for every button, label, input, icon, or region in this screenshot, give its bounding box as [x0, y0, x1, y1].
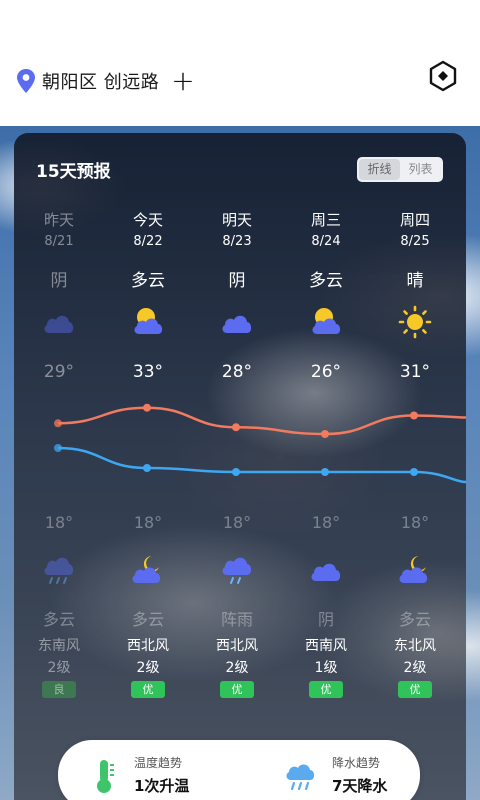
wind-direction: 西北风	[216, 638, 258, 654]
wind-direction: 东北风	[394, 638, 436, 654]
rain-trend-value: 7天降水	[332, 777, 388, 795]
night-weather: 多云	[42, 610, 75, 629]
low-temp-point	[410, 468, 418, 476]
temp-trend-value: 1次升温	[134, 777, 190, 795]
wind-level: 2级	[225, 660, 249, 676]
trend-summary-bar[interactable]: 温度趋势 1次升温 降水趋势 7天降水	[58, 740, 420, 800]
low-temp: 18°	[311, 513, 341, 532]
high-temp: 33°	[132, 362, 164, 382]
day-date: 8/25	[400, 234, 430, 249]
overcast-cloud-icon	[222, 315, 252, 333]
partly-cloudy-icon	[312, 308, 341, 334]
location-pin-icon	[17, 69, 35, 93]
low-temp-line	[57, 446, 466, 484]
aqi-badge: 优	[309, 681, 343, 698]
low-temp-point	[232, 468, 240, 476]
rain-trend-label: 降水趋势	[332, 756, 381, 770]
low-temp: 18°	[133, 513, 163, 532]
day-date: 8/22	[133, 234, 163, 249]
low-temp-point	[321, 468, 329, 476]
high-temp: 31°	[399, 362, 431, 382]
day-name: 周四	[399, 211, 430, 229]
high-temp-point	[321, 430, 329, 438]
moon-cloud-icon	[132, 556, 161, 583]
day-name: 周三	[310, 211, 341, 229]
aqi-badge: 良	[42, 681, 76, 698]
high-temp-point	[54, 419, 62, 428]
location-selector[interactable]: 朝阳区 创远路 +	[16, 67, 195, 95]
wind-level: 2级	[47, 660, 71, 676]
low-temp: 18°	[400, 513, 430, 532]
high-temp-point	[410, 411, 418, 420]
high-temp: 28°	[221, 362, 253, 382]
day-weather: 多云	[131, 271, 165, 291]
high-temp-point	[143, 403, 151, 412]
forecast-card: 15天预报 折线 列表 昨天 8/21 阴 29° 18° 多云 东南风 2级 …	[14, 133, 466, 800]
aqi-badge: 优	[131, 681, 165, 698]
day-weather: 阴	[50, 271, 68, 291]
night-weather: 多云	[398, 610, 431, 629]
low-temp: 18°	[222, 513, 252, 532]
moon-cloud-icon	[399, 556, 428, 583]
wind-direction: 东南风	[38, 638, 80, 654]
day-date: 8/21	[44, 234, 74, 249]
day-weather: 多云	[309, 271, 343, 291]
day-name: 今天	[132, 211, 163, 229]
high-temp: 29°	[43, 362, 75, 382]
location-name[interactable]: 朝阳区 创远路	[42, 68, 159, 94]
night-weather: 阴	[317, 610, 334, 629]
high-temp-line	[57, 406, 466, 436]
high-temp: 26°	[310, 362, 342, 382]
day-date: 8/23	[222, 234, 252, 249]
overcast-cloud-icon	[311, 563, 341, 581]
wind-direction: 西南风	[305, 638, 347, 654]
aqi-badge: 优	[398, 681, 432, 698]
partly-cloudy-icon	[134, 308, 163, 334]
rain-cloud-icon	[222, 557, 252, 584]
temp-trend[interactable]: 温度趋势 1次升温	[134, 754, 189, 796]
thermometer-icon	[97, 760, 114, 793]
day-name: 昨天	[43, 211, 74, 229]
rain-trend[interactable]: 降水趋势 7天降水	[332, 754, 387, 796]
settings-hexagon-icon[interactable]	[428, 60, 458, 92]
rain-trend-icon	[286, 764, 315, 791]
wind-level: 1级	[314, 660, 338, 676]
add-location-button[interactable]: +	[171, 67, 194, 95]
day-weather: 晴	[406, 271, 424, 291]
rain-cloud-icon	[44, 557, 74, 584]
low-temp-point	[143, 464, 151, 472]
day-date: 8/24	[311, 234, 341, 249]
aqi-badge: 优	[220, 681, 254, 698]
wind-direction: 西北风	[127, 638, 169, 654]
night-weather: 阵雨	[220, 610, 253, 629]
night-weather: 多云	[131, 610, 164, 629]
sun-icon	[398, 305, 432, 339]
high-temp-point	[232, 423, 240, 432]
wind-level: 2级	[403, 660, 427, 676]
top-bar: 朝阳区 创远路 +	[0, 0, 480, 126]
day-weather: 阴	[228, 271, 246, 291]
wind-level: 2级	[136, 660, 160, 676]
temp-trend-label: 温度趋势	[134, 756, 183, 770]
low-temp-point	[54, 444, 62, 452]
day-name: 明天	[221, 211, 252, 229]
overcast-cloud-icon	[44, 315, 74, 333]
low-temp: 18°	[44, 513, 74, 532]
